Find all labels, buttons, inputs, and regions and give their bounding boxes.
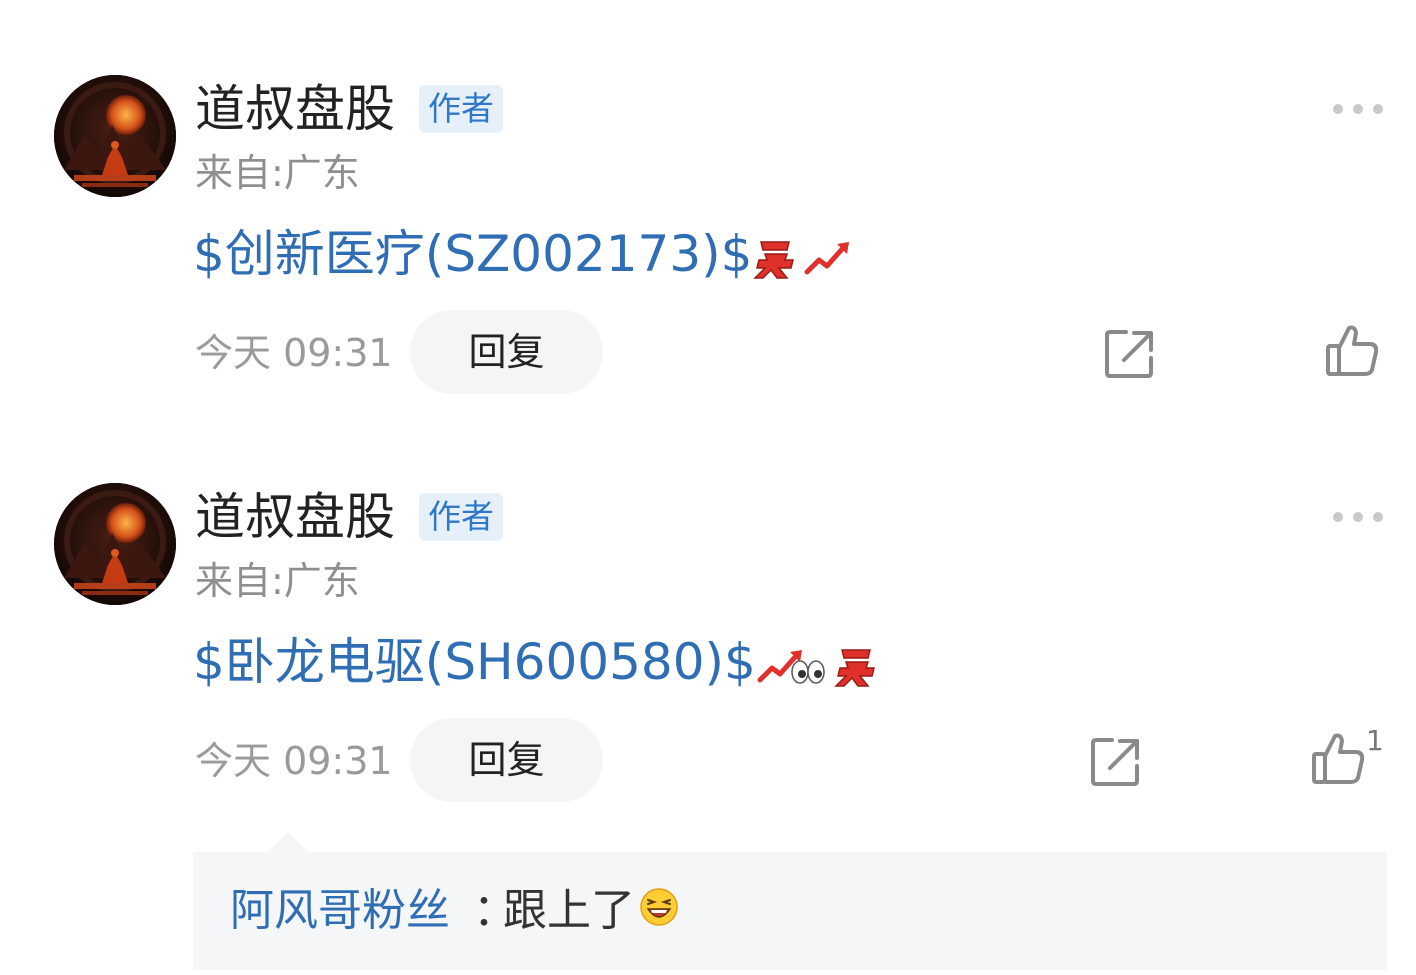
stock-link[interactable]: $卧龙电驱(SH600580)$ <box>193 633 756 691</box>
buy-emoji <box>752 240 794 279</box>
buy-emoji <box>834 648 875 687</box>
author-name[interactable]: 道叔盘股 <box>195 81 395 137</box>
avatar-image <box>54 75 176 197</box>
post-content: $卧龙电驱(SH600580)$ <box>193 632 878 692</box>
reply-button[interactable]: 回复 <box>410 718 603 802</box>
sub-reply-text: 跟上了 <box>503 885 635 936</box>
avatar-image <box>54 483 176 605</box>
post-time: 今天 09:31 <box>195 331 393 375</box>
share-icon[interactable] <box>1090 736 1142 788</box>
author-location: 来自:广东 <box>195 151 360 195</box>
trend-up-emoji <box>804 241 849 274</box>
stock-link[interactable]: $创新医疗(SZ002173)$ <box>193 225 753 283</box>
author-badge: 作者 <box>419 493 503 541</box>
sub-reply-pointer <box>268 832 308 852</box>
thumbs-up-icon[interactable] <box>1311 732 1365 786</box>
like-count: 1 <box>1366 724 1384 757</box>
eyes-emoji <box>791 659 825 684</box>
reply-button[interactable]: 回复 <box>410 310 603 394</box>
more-options-icon[interactable] <box>1330 509 1386 525</box>
laughing-face-emoji <box>640 888 678 926</box>
avatar[interactable] <box>54 483 176 605</box>
share-icon[interactable] <box>1104 328 1156 380</box>
post-content: $创新医疗(SZ002173)$ <box>193 224 851 284</box>
author-badge: 作者 <box>419 85 503 133</box>
author-location: 来自:广东 <box>195 559 360 603</box>
more-options-icon[interactable] <box>1330 101 1386 117</box>
sub-reply-user[interactable]: 阿风哥粉丝 <box>230 884 450 938</box>
thumbs-up-icon[interactable] <box>1325 324 1379 378</box>
author-name[interactable]: 道叔盘股 <box>195 489 395 545</box>
post-time: 今天 09:31 <box>195 739 393 783</box>
sub-reply[interactable]: 阿风哥粉丝 ： 跟上了 <box>193 852 1387 970</box>
avatar[interactable] <box>54 75 176 197</box>
